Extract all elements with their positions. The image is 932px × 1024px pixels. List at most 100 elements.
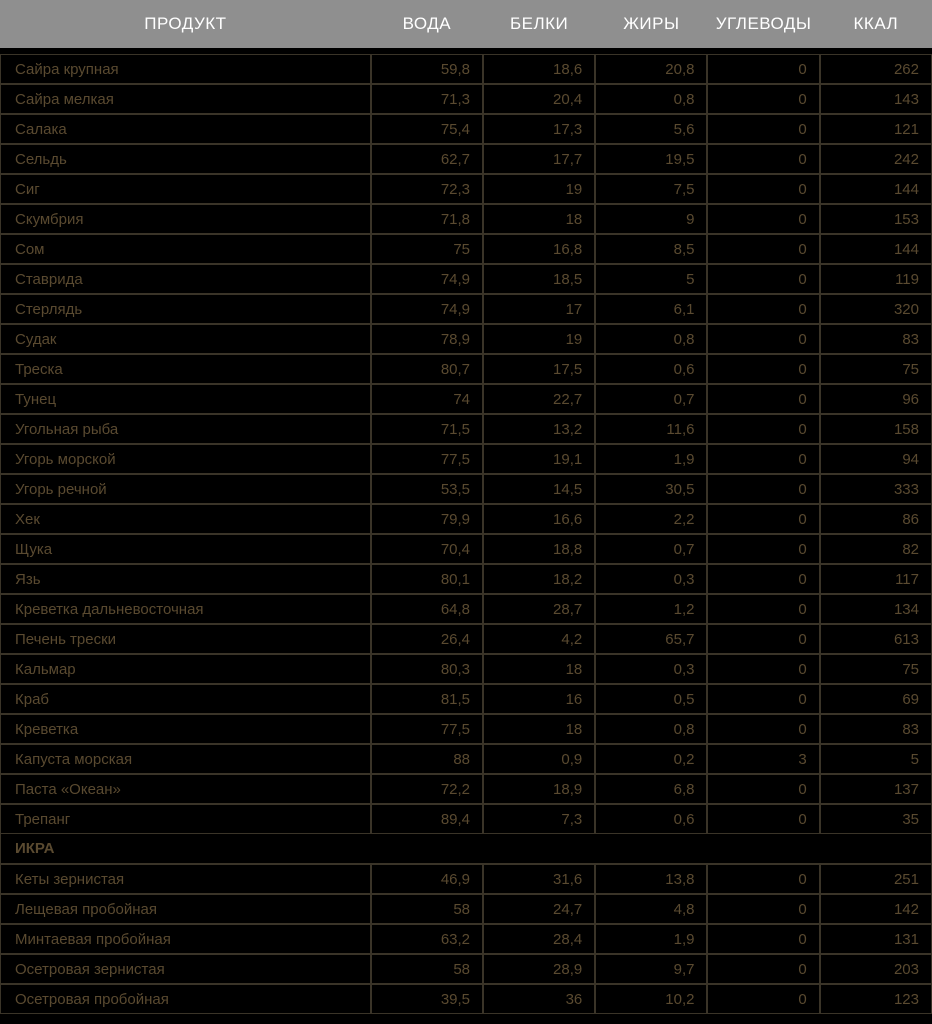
cell-carbs: 0 xyxy=(707,354,819,384)
cell-carbs: 0 xyxy=(707,924,819,954)
table-row: Лещевая пробойная5824,74,80142 xyxy=(0,894,932,924)
cell-fat: 0,7 xyxy=(595,534,707,564)
cell-carbs: 0 xyxy=(707,294,819,324)
cell-fat: 6,8 xyxy=(595,774,707,804)
cell-kcal: 75 xyxy=(820,354,932,384)
cell-product: Стерлядь xyxy=(0,294,371,324)
cell-water: 77,5 xyxy=(371,714,483,744)
cell-protein: 17,5 xyxy=(483,354,595,384)
cell-kcal: 134 xyxy=(820,594,932,624)
cell-kcal: 320 xyxy=(820,294,932,324)
cell-water: 72,2 xyxy=(371,774,483,804)
cell-water: 71,5 xyxy=(371,414,483,444)
cell-fat: 65,7 xyxy=(595,624,707,654)
cell-protein: 18,6 xyxy=(483,54,595,84)
cell-protein: 18 xyxy=(483,654,595,684)
cell-water: 64,8 xyxy=(371,594,483,624)
cell-water: 53,5 xyxy=(371,474,483,504)
cell-fat: 0,3 xyxy=(595,564,707,594)
cell-kcal: 94 xyxy=(820,444,932,474)
cell-product: Капуста морская xyxy=(0,744,371,774)
cell-carbs: 0 xyxy=(707,144,819,174)
cell-water: 63,2 xyxy=(371,924,483,954)
cell-kcal: 144 xyxy=(820,174,932,204)
cell-product: Краб xyxy=(0,684,371,714)
cell-protein: 36 xyxy=(483,984,595,1014)
cell-fat: 10,2 xyxy=(595,984,707,1014)
cell-protein: 16,8 xyxy=(483,234,595,264)
cell-fat: 9 xyxy=(595,204,707,234)
table-row: Осетровая зернистая5828,99,70203 xyxy=(0,954,932,984)
cell-kcal: 203 xyxy=(820,954,932,984)
cell-protein: 16,6 xyxy=(483,504,595,534)
cell-product: Треска xyxy=(0,354,371,384)
table-row: Кальмар80,3180,3075 xyxy=(0,654,932,684)
table-row: Ставрида74,918,550119 xyxy=(0,264,932,294)
cell-protein: 18,5 xyxy=(483,264,595,294)
cell-fat: 20,8 xyxy=(595,54,707,84)
cell-water: 77,5 xyxy=(371,444,483,474)
cell-product: Сом xyxy=(0,234,371,264)
table-row: Сельдь62,717,719,50242 xyxy=(0,144,932,174)
cell-fat: 5,6 xyxy=(595,114,707,144)
cell-fat: 0,8 xyxy=(595,84,707,114)
table-row: Сайра мелкая71,320,40,80143 xyxy=(0,84,932,114)
cell-product: Креветка xyxy=(0,714,371,744)
cell-fat: 19,5 xyxy=(595,144,707,174)
cell-kcal: 69 xyxy=(820,684,932,714)
table-row: Судак78,9190,8083 xyxy=(0,324,932,354)
cell-carbs: 0 xyxy=(707,684,819,714)
cell-protein: 28,9 xyxy=(483,954,595,984)
cell-water: 88 xyxy=(371,744,483,774)
cell-carbs: 0 xyxy=(707,864,819,894)
cell-fat: 1,2 xyxy=(595,594,707,624)
cell-carbs: 0 xyxy=(707,444,819,474)
cell-carbs: 0 xyxy=(707,654,819,684)
cell-kcal: 123 xyxy=(820,984,932,1014)
cell-carbs: 0 xyxy=(707,534,819,564)
cell-product: Креветка дальневосточная xyxy=(0,594,371,624)
cell-product: Ставрида xyxy=(0,264,371,294)
section-row: ИКРА xyxy=(0,834,932,864)
cell-water: 70,4 xyxy=(371,534,483,564)
cell-kcal: 86 xyxy=(820,504,932,534)
table-row: Креветка дальневосточная64,828,71,20134 xyxy=(0,594,932,624)
cell-kcal: 35 xyxy=(820,804,932,834)
cell-product: Щука xyxy=(0,534,371,564)
cell-product: Угорь речной xyxy=(0,474,371,504)
table-row: Тунец7422,70,7096 xyxy=(0,384,932,414)
cell-kcal: 333 xyxy=(820,474,932,504)
cell-protein: 17,7 xyxy=(483,144,595,174)
cell-fat: 7,5 xyxy=(595,174,707,204)
cell-kcal: 75 xyxy=(820,654,932,684)
cell-water: 39,5 xyxy=(371,984,483,1014)
cell-protein: 22,7 xyxy=(483,384,595,414)
cell-kcal: 144 xyxy=(820,234,932,264)
table-row: Салака75,417,35,60121 xyxy=(0,114,932,144)
cell-protein: 13,2 xyxy=(483,414,595,444)
cell-protein: 18,9 xyxy=(483,774,595,804)
cell-carbs: 0 xyxy=(707,894,819,924)
table-row: Капуста морская880,90,235 xyxy=(0,744,932,774)
cell-product: Печень трески xyxy=(0,624,371,654)
cell-kcal: 142 xyxy=(820,894,932,924)
cell-kcal: 158 xyxy=(820,414,932,444)
table-header-row: ПРОДУКТ ВОДА БЕЛКИ ЖИРЫ УГЛЕВОДЫ ККАЛ xyxy=(0,0,932,48)
cell-water: 75,4 xyxy=(371,114,483,144)
cell-carbs: 0 xyxy=(707,414,819,444)
table-row: Стерлядь74,9176,10320 xyxy=(0,294,932,324)
cell-kcal: 83 xyxy=(820,714,932,744)
cell-product: Тунец xyxy=(0,384,371,414)
cell-carbs: 0 xyxy=(707,114,819,144)
table-row: Паста «Океан»72,218,96,80137 xyxy=(0,774,932,804)
cell-protein: 18 xyxy=(483,714,595,744)
cell-protein: 18,8 xyxy=(483,534,595,564)
cell-carbs: 0 xyxy=(707,624,819,654)
cell-fat: 11,6 xyxy=(595,414,707,444)
cell-kcal: 82 xyxy=(820,534,932,564)
cell-product: Сайра мелкая xyxy=(0,84,371,114)
cell-product: Сиг xyxy=(0,174,371,204)
header-kcal: ККАЛ xyxy=(820,0,932,48)
cell-carbs: 0 xyxy=(707,504,819,534)
cell-kcal: 143 xyxy=(820,84,932,114)
